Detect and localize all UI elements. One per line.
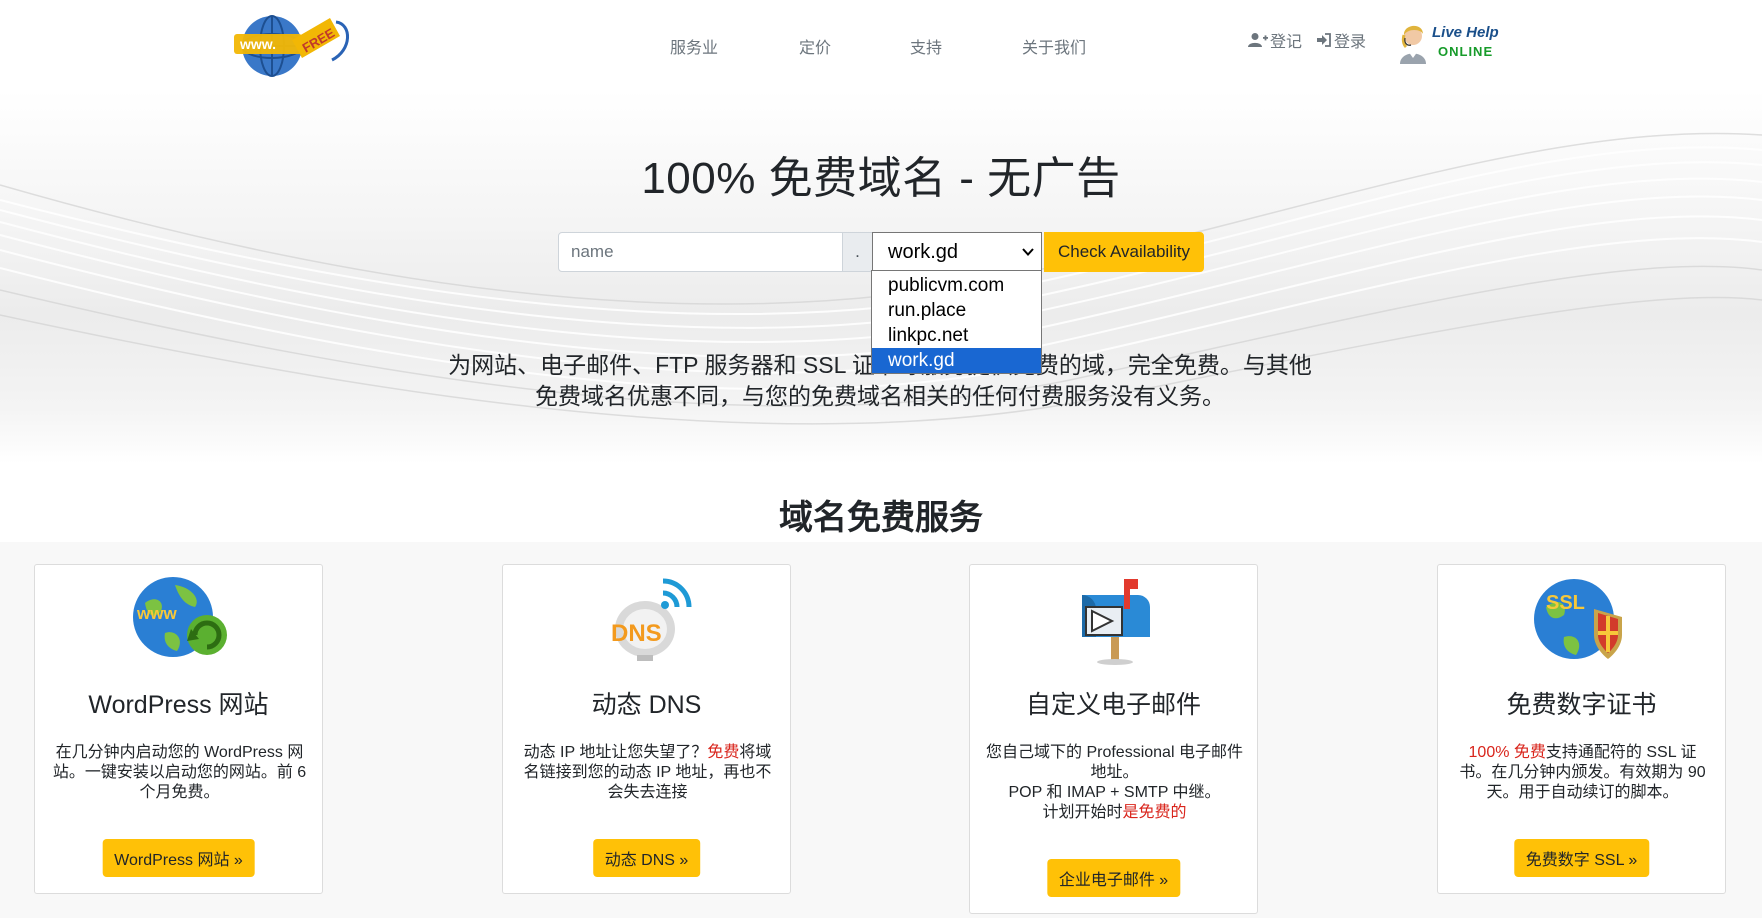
- login-link[interactable]: 登录: [1316, 28, 1366, 52]
- ssl-shield-globe-icon: SSL: [1534, 579, 1622, 659]
- free-highlight: 免费: [707, 744, 740, 761]
- dot-separator: .: [843, 232, 872, 272]
- service-card-dynamic-dns: DNS 动态 DNS 动态 IP 地址让您失望了？免费将域名链接到您的动态 IP…: [502, 564, 791, 894]
- nav-support[interactable]: 支持: [910, 34, 942, 58]
- tld-option-publicvm[interactable]: publicvm.com: [872, 273, 1041, 298]
- card-title-ssl: 免费数字证书: [1506, 691, 1657, 719]
- card-title-wordpress: WordPress 网站: [88, 691, 269, 719]
- free-ssl-button[interactable]: 免费数字 SSL »: [1513, 839, 1650, 877]
- user-plus-icon: [1248, 33, 1268, 47]
- chevron-down-icon: [1022, 248, 1034, 256]
- dynamic-dns-button[interactable]: 动态 DNS »: [592, 839, 701, 877]
- service-card-custom-email: 自定义电子邮件 您自己域下的 Professional 电子邮件地址。 POP …: [969, 564, 1258, 914]
- live-help-widget[interactable]: Live Help ONLINE: [1396, 20, 1512, 66]
- card-text-custom-email: 您自己域下的 Professional 电子邮件地址。 POP 和 IMAP +…: [986, 744, 1243, 821]
- free-highlight: 是免费的: [1122, 804, 1187, 821]
- wordpress-site-button[interactable]: WordPress 网站 »: [102, 839, 255, 877]
- sign-in-icon: [1317, 33, 1331, 47]
- domain-search-bar: . work.gd Check Availability: [558, 232, 1204, 272]
- card-text-dynamic-dns: 动态 IP 地址让您失望了？免费将域名链接到您的动态 IP 地址，再也不会失去连…: [523, 744, 772, 801]
- support-agent-avatar-icon: [1400, 25, 1426, 64]
- business-email-button[interactable]: 企业电子邮件 »: [1046, 859, 1181, 897]
- card-text-wordpress: 在几分钟内启动您的 WordPress 网站。一键安装以启动您的网站。前 6 个…: [52, 744, 307, 801]
- free-www-logo-icon[interactable]: www. FREE: [232, 10, 356, 78]
- hero-title: 100% 免费域名 - 无广告: [641, 154, 1121, 203]
- service-card-ssl: SSL 免费数字证书 100% 免费支持通配符的 SSL 证书。在几分钟内颁发。…: [1437, 564, 1726, 894]
- nav-about[interactable]: 关于我们: [1022, 34, 1086, 58]
- svg-text:www: www: [136, 604, 177, 623]
- services-title: 域名免费服务: [779, 499, 983, 537]
- tld-option-run-place[interactable]: run.place: [872, 298, 1041, 323]
- svg-text:www.: www.: [239, 36, 276, 52]
- dns-satellite-icon: DNS: [611, 578, 692, 661]
- free-highlight: 100% 免费: [1468, 744, 1546, 761]
- domain-name-input[interactable]: [558, 232, 843, 272]
- login-label: 登录: [1334, 34, 1367, 51]
- tld-select[interactable]: work.gd: [872, 232, 1042, 272]
- card-text-ssl: 100% 免费支持通配符的 SSL 证书。在几分钟内颁发。有效期为 90 天。用…: [1459, 744, 1706, 801]
- register-label: 登记: [1270, 34, 1303, 51]
- wordpress-globe-icon: www: [133, 577, 227, 657]
- mailbox-icon: [1082, 579, 1150, 665]
- card-title-custom-email: 自定义电子邮件: [1025, 691, 1201, 719]
- svg-text:DNS: DNS: [611, 620, 662, 647]
- live-help-status: ONLINE: [1438, 44, 1494, 59]
- check-availability-button[interactable]: Check Availability: [1044, 232, 1204, 272]
- service-card-wordpress: www WordPress 网站 在几分钟内启动您的 WordPress 网站。…: [34, 564, 323, 894]
- tld-dropdown-list: publicvm.com run.place linkpc.net work.g…: [871, 270, 1042, 374]
- svg-text:SSL: SSL: [1546, 592, 1585, 614]
- tld-selected-value: work.gd: [888, 240, 959, 263]
- card-title-dynamic-dns: 动态 DNS: [591, 691, 702, 719]
- register-link[interactable]: 登记: [1248, 28, 1302, 52]
- tld-option-work-gd[interactable]: work.gd: [872, 348, 1041, 373]
- nav-services[interactable]: 服务业: [670, 34, 718, 58]
- header: www. FREE 服务业 定价 支持 关于我们 登记 登录 Live Help…: [0, 0, 1762, 90]
- nav-pricing[interactable]: 定价: [799, 34, 831, 58]
- live-help-title: Live Help: [1432, 24, 1499, 41]
- tld-option-linkpc[interactable]: linkpc.net: [872, 323, 1041, 348]
